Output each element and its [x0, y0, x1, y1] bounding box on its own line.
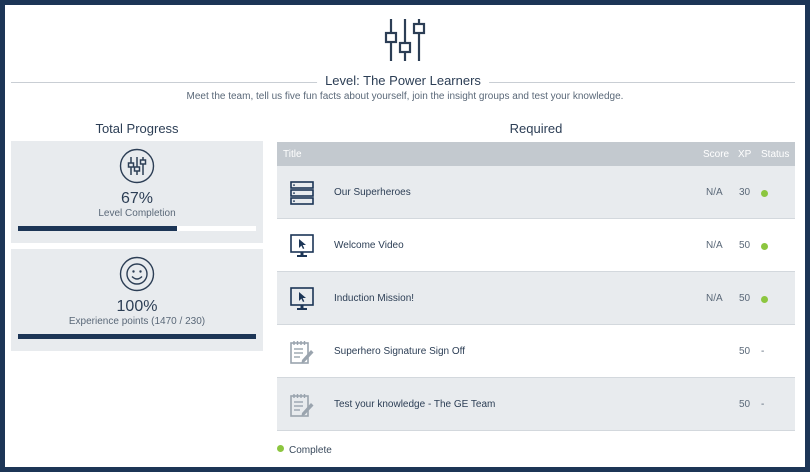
- experience-points-bar: [18, 334, 256, 339]
- complete-legend-label: Complete: [289, 445, 332, 456]
- experience-points-percent: 100%: [116, 298, 158, 315]
- row-score: N/A: [706, 293, 723, 304]
- table-row[interactable]: Induction Mission! N/A 50: [277, 272, 795, 325]
- column-title: Title: [283, 149, 302, 160]
- column-xp: XP: [738, 149, 752, 160]
- status-text: -: [761, 399, 765, 410]
- column-status: Status: [761, 149, 790, 160]
- level-completion-bar-fill: [18, 226, 178, 231]
- status-pending: -: [761, 399, 765, 412]
- experience-points-bar-fill: [18, 334, 256, 339]
- table-row[interactable]: Superhero Signature Sign Off 50 -: [277, 325, 795, 378]
- row-xp: 50: [739, 240, 751, 251]
- experience-points-card: 100% Experience points (1470 / 230): [11, 249, 263, 351]
- sliders-icon: [384, 19, 426, 61]
- required-heading: Required: [509, 121, 563, 136]
- status-complete-dot: [761, 242, 768, 253]
- table-row[interactable]: Our Superheroes N/A 30: [277, 166, 795, 219]
- status-text: -: [761, 346, 765, 357]
- row-title[interactable]: Test your knowledge - The GE Team: [334, 399, 495, 410]
- level-title-row: Level: The Power Learners: [11, 72, 795, 92]
- level-page: Level: The Power Learners Meet the team,…: [5, 5, 805, 467]
- level-description: Meet the team, tell us five fun facts ab…: [186, 91, 624, 102]
- row-title[interactable]: Our Superheroes: [334, 187, 411, 198]
- server-stack-icon: [290, 181, 314, 205]
- monitor-cursor-icon: [290, 287, 314, 310]
- table-row[interactable]: Test your knowledge - The GE Team 50 -: [277, 378, 795, 431]
- row-title[interactable]: Induction Mission!: [334, 293, 414, 304]
- row-xp: 30: [739, 187, 751, 198]
- required-table: Title Score XP Status Our Superheroes N/…: [277, 142, 795, 431]
- status-complete-dot: [761, 295, 768, 306]
- level-completion-label: Level Completion: [98, 208, 176, 219]
- status-pending: -: [761, 346, 765, 359]
- table-header: Title Score XP Status: [277, 142, 795, 166]
- status-legend: Complete: [277, 445, 332, 456]
- column-score: Score: [703, 149, 730, 160]
- row-title[interactable]: Superhero Signature Sign Off: [334, 346, 465, 357]
- row-xp: 50: [739, 399, 751, 410]
- sliders-icon: [119, 148, 155, 184]
- row-xp: 50: [739, 293, 751, 304]
- row-score: N/A: [706, 240, 723, 251]
- row-score: N/A: [706, 187, 723, 198]
- status-complete-dot: [761, 189, 768, 200]
- level-completion-percent: 67%: [120, 190, 154, 207]
- complete-legend-dot: [277, 445, 284, 452]
- monitor-cursor-icon: [290, 234, 314, 257]
- level-completion-card: 67% Level Completion: [11, 141, 263, 243]
- row-title[interactable]: Welcome Video: [334, 240, 404, 251]
- smiley-icon: [119, 256, 155, 292]
- total-progress-heading: Total Progress: [95, 121, 179, 136]
- experience-points-label: Experience points (1470 / 230): [68, 316, 206, 327]
- level-completion-bar: [18, 226, 256, 231]
- table-row[interactable]: Welcome Video N/A 50: [277, 219, 795, 272]
- notepad-pencil-icon: [290, 394, 314, 417]
- row-xp: 50: [739, 346, 751, 357]
- level-title: Level: The Power Learners: [317, 73, 489, 88]
- notepad-pencil-icon: [290, 341, 314, 364]
